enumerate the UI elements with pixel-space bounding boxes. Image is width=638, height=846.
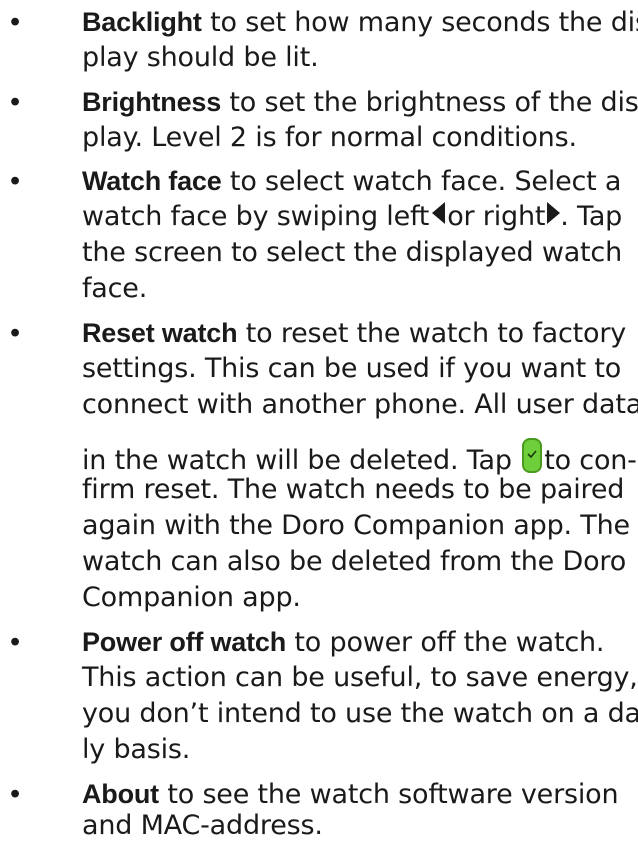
bullet: • [10, 165, 21, 197]
text-line: Watch face to select watch face. Select … [82, 161, 621, 202]
text-line: ly basis. [82, 734, 191, 765]
text-line: firm reset. The watch needs to be paired [82, 474, 625, 505]
bullet: • [10, 6, 21, 38]
text-line: Companion app. [82, 582, 301, 613]
text-line: face. [82, 273, 148, 304]
term-reset-watch: Reset watch [82, 318, 238, 348]
confirm-check-icon [522, 438, 543, 473]
text-segment: . Tap [560, 201, 623, 232]
text-segment: to set the brightness of the dis- [221, 87, 638, 118]
text-line: again with the Doro Companion app. The [82, 510, 630, 541]
text-line: play should be lit. [82, 42, 319, 73]
text-line: watch can also be deleted from the Doro [82, 546, 627, 577]
term-power-off-watch: Power off watch [82, 627, 287, 657]
text-line: Reset watch to reset the watch to factor… [82, 313, 626, 354]
text-line: the screen to select the displayed watch [82, 237, 622, 268]
text-segment: to select watch face. Select a [221, 166, 622, 197]
arrow-right-icon [547, 202, 561, 224]
bullet: • [10, 86, 21, 118]
text-line: play. Level 2 is for normal conditions. [82, 122, 577, 153]
term-brightness: Brightness [82, 87, 222, 117]
text-line: This action can be useful, to save energ… [82, 662, 638, 693]
text-segment: to reset the watch to factory [237, 318, 627, 349]
bullet: • [10, 778, 21, 810]
text-line: Brightness to set the brightness of the … [82, 82, 638, 123]
bullet: • [10, 626, 21, 658]
text-segment: or right [447, 201, 546, 232]
text-line: you don’t intend to use the watch on a d… [82, 698, 638, 729]
text-line: Backlight to set how many seconds the di… [82, 2, 638, 43]
text-line: and MAC-address. [82, 810, 323, 841]
text-line: settings. This can be used if you want t… [82, 353, 622, 384]
bullet: • [10, 317, 21, 349]
arrow-left-icon [432, 202, 446, 224]
text-line: connect with another phone. All user dat… [82, 389, 638, 420]
text-line: Power off watch to power off the watch. [82, 622, 604, 663]
term-backlight: Backlight [82, 7, 202, 37]
text-segment: to set how many seconds the dis- [201, 7, 638, 38]
text-segment: watch face by swiping left [82, 201, 430, 232]
term-about: About [82, 779, 159, 809]
text-line: watch face by swiping left or right . Tap [82, 197, 622, 237]
term-watch-face: Watch face [82, 166, 222, 196]
text-segment: to power off the watch. [286, 627, 605, 658]
